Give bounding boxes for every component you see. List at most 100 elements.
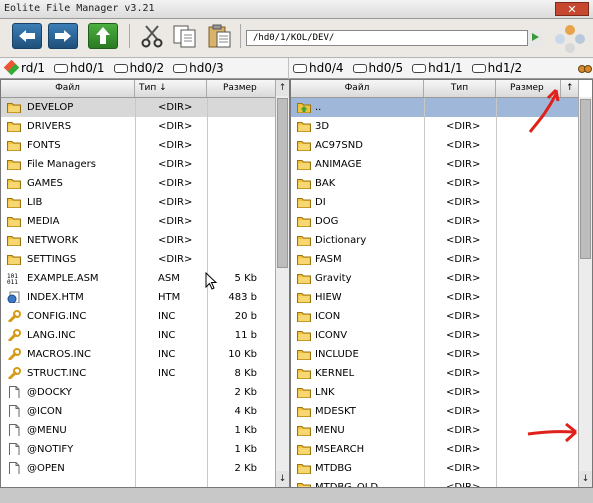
hard-drive-icon <box>113 64 128 73</box>
forward-button[interactable] <box>48 23 78 49</box>
file-row[interactable]: STRUCT.INC INC 8 Kb <box>1 364 275 383</box>
scroll-thumb[interactable] <box>277 98 288 268</box>
drive-tab[interactable]: hd0/2 <box>110 58 170 78</box>
file-row[interactable]: FONTS <DIR> <box>1 136 275 155</box>
file-row[interactable]: @ICON 4 Kb <box>1 402 275 421</box>
close-icon: ✕ <box>567 3 577 16</box>
file-row[interactable]: Dictionary <DIR> <box>291 231 578 250</box>
folder-icon <box>297 407 311 417</box>
drive-overflow-icon[interactable] <box>577 62 593 76</box>
path-input[interactable]: /hd0/1/KOL/DEV/ <box>246 30 542 46</box>
drive-tab[interactable]: hd0/5 <box>349 58 409 78</box>
file-row[interactable]: NETWORK <DIR> <box>1 231 275 250</box>
file-row[interactable]: HIEW <DIR> <box>291 288 578 307</box>
file-row[interactable]: @OPEN 2 Kb <box>1 459 275 478</box>
file-row[interactable]: ICONV <DIR> <box>291 326 578 345</box>
file-row[interactable]: MEDIA <DIR> <box>1 212 275 231</box>
drive-tab[interactable]: hd0/4 <box>289 58 349 78</box>
file-row[interactable]: LANG.INC INC 11 b <box>1 326 275 345</box>
close-button[interactable]: ✕ <box>555 2 589 16</box>
type-column-header[interactable]: Тип <box>424 80 496 97</box>
file-row[interactable]: File Managers <DIR> <box>1 155 275 174</box>
file-row[interactable]: KERNEL <DIR> <box>291 364 578 383</box>
file-row[interactable]: MTDBG <DIR> <box>291 459 578 478</box>
red-arrow-annotation-icon <box>527 422 578 443</box>
go-button[interactable] <box>527 30 542 46</box>
file-type: <DIR> <box>446 140 481 151</box>
folder-icon <box>7 160 21 170</box>
drive-tab[interactable]: hd1/1 <box>408 58 468 78</box>
name-column-header[interactable]: Файл <box>291 80 424 97</box>
drive-tab[interactable]: hd1/2 <box>468 58 528 78</box>
file-type: <DIR> <box>446 235 481 246</box>
file-size: 1 Kb <box>234 444 257 455</box>
arrow-up-icon <box>96 27 110 44</box>
file-row[interactable]: DEVELOP <DIR> <box>1 98 275 117</box>
file-type: <DIR> <box>446 368 481 379</box>
size-column-header[interactable]: Размер <box>207 80 277 97</box>
back-button[interactable] <box>12 23 42 49</box>
file-row[interactable]: INDEX.HTM HTM 483 b <box>1 288 275 307</box>
file-row[interactable]: @MENU 1 Kb <box>1 421 275 440</box>
file-name: CONFIG.INC <box>27 311 87 322</box>
file-name: LNK <box>315 387 335 398</box>
file-row[interactable]: 101 011 EXAMPLE.ASM ASM 5 Kb <box>1 269 275 288</box>
type-column-header[interactable]: Тип ↓ <box>135 80 207 97</box>
file-row[interactable]: INCLUDE <DIR> <box>291 345 578 364</box>
binary-file-icon: 101011 <box>7 273 18 284</box>
file-row[interactable]: ICON <DIR> <box>291 307 578 326</box>
file-row[interactable]: BAK <DIR> <box>291 174 578 193</box>
scroll-thumb[interactable] <box>580 99 591 259</box>
file-row[interactable]: DRIVERS <DIR> <box>1 117 275 136</box>
file-name: LANG.INC <box>27 330 76 341</box>
file-size: 2 Kb <box>234 387 257 398</box>
left-file-panel[interactable]: Файл Тип ↓ Размер DEVELOP <DIR> DRIVERS <DI… <box>0 79 290 488</box>
drive-label: hd0/1 <box>70 61 105 75</box>
paste-button[interactable] <box>205 23 235 49</box>
file-name: INDEX.HTM <box>27 292 84 303</box>
file-row[interactable]: FASM <DIR> <box>291 250 578 269</box>
name-column-header[interactable]: Файл <box>1 80 135 97</box>
wrench-file-icon <box>7 348 21 360</box>
wrench-file-icon <box>7 329 21 341</box>
cut-button[interactable] <box>137 23 167 49</box>
file-type: <DIR> <box>446 197 481 208</box>
file-row[interactable]: SETTINGS <DIR> <box>1 250 275 269</box>
hard-drive-icon <box>412 64 427 73</box>
file-row[interactable]: @DOCKY 2 Kb <box>1 383 275 402</box>
drive-tab[interactable]: hd0/3 <box>169 58 229 78</box>
file-icon <box>9 424 20 436</box>
file-name: DI <box>315 197 326 208</box>
right-scrollbar[interactable]: ↓ <box>578 97 592 487</box>
scroll-down-button[interactable]: ↓ <box>276 471 289 487</box>
file-row[interactable]: @NOTIFY 1 Kb <box>1 440 275 459</box>
drive-tab[interactable]: hd0/1 <box>50 58 110 78</box>
file-row[interactable]: ANIMAGE <DIR> <box>291 155 578 174</box>
copy-button[interactable] <box>170 23 200 49</box>
arrow-down-icon: ↓ <box>581 474 590 484</box>
drive-tab[interactable]: rd/1 <box>0 58 50 78</box>
scroll-up-button[interactable]: ↑ <box>276 80 289 96</box>
file-row[interactable]: GAMES <DIR> <box>1 174 275 193</box>
file-row[interactable]: LNK <DIR> <box>291 383 578 402</box>
hard-drive-icon <box>54 64 69 73</box>
left-scrollbar[interactable]: ↑ ↓ <box>275 80 289 487</box>
file-row[interactable]: MACROS.INC INC 10 Kb <box>1 345 275 364</box>
file-name: KERNEL <box>315 368 355 379</box>
file-row[interactable]: DI <DIR> <box>291 193 578 212</box>
drive-label: hd1/2 <box>487 61 523 75</box>
ramdisk-icon <box>3 59 20 76</box>
file-row[interactable]: MDESKT <DIR> <box>291 402 578 421</box>
file-row[interactable]: MTDBG_OLD <DIR> <box>291 478 578 487</box>
file-type: <DIR> <box>446 425 481 436</box>
file-row[interactable]: DOG <DIR> <box>291 212 578 231</box>
file-row[interactable]: LIB <DIR> <box>1 193 275 212</box>
up-button[interactable] <box>88 23 118 49</box>
scroll-down-button[interactable]: ↓ <box>579 471 592 487</box>
file-row[interactable]: Gravity <DIR> <box>291 269 578 288</box>
file-name: MACROS.INC <box>27 349 92 360</box>
svg-text:011: 011 <box>7 279 18 284</box>
title-bar: Eolite File Manager v3.21 ✕ <box>0 0 593 19</box>
file-row[interactable]: AC97SND <DIR> <box>291 136 578 155</box>
file-row[interactable]: CONFIG.INC INC 20 b <box>1 307 275 326</box>
